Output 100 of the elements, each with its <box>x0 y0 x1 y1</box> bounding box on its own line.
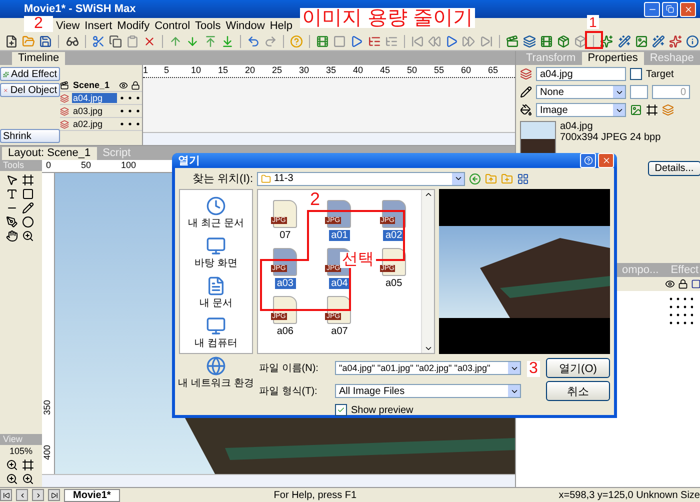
horizontal-scrollbar[interactable] <box>143 132 515 145</box>
file-name[interactable]: a06 <box>274 326 296 337</box>
panel-tab[interactable]: Properties <box>582 52 644 65</box>
package-icon[interactable] <box>556 34 572 49</box>
desktop-icon[interactable] <box>206 236 226 256</box>
undo-icon[interactable] <box>246 34 261 49</box>
layers-icon[interactable] <box>522 34 537 49</box>
documents-folder-icon[interactable] <box>206 276 226 296</box>
delete-object-button[interactable]: Del Object <box>0 83 60 97</box>
lock-icon[interactable] <box>131 80 140 90</box>
line-color-swatch[interactable] <box>630 85 648 99</box>
scene-name[interactable]: Scene_1 <box>72 80 116 90</box>
help-button[interactable] <box>580 153 596 168</box>
zoom-dropdown[interactable]: 105% <box>9 446 33 456</box>
layer-name[interactable]: a02.jpg <box>72 119 117 129</box>
navigation-button[interactable] <box>32 489 44 501</box>
tool-icon[interactable] <box>22 188 34 200</box>
place-label[interactable]: 바탕 화면 <box>194 256 238 270</box>
canvas-scrollbar[interactable] <box>42 474 515 487</box>
eye-icon[interactable] <box>119 80 128 90</box>
zoom-icon[interactable] <box>22 459 34 471</box>
file-name[interactable]: 07 <box>278 230 293 241</box>
zoom-icon[interactable] <box>6 473 18 485</box>
filetype-dropdown[interactable]: All Image Files <box>335 384 521 398</box>
place-label[interactable]: 내 문서 <box>200 296 232 310</box>
close-button[interactable] <box>680 2 696 16</box>
eye-icon[interactable] <box>664 279 675 289</box>
menu-item[interactable]: Window <box>226 20 265 32</box>
target-checkbox[interactable] <box>630 68 642 80</box>
fill-dropdown[interactable]: Image <box>536 103 626 117</box>
new-file-icon[interactable] <box>4 34 20 49</box>
show-preview-checkbox[interactable] <box>335 404 347 416</box>
image-icon[interactable] <box>634 34 649 49</box>
network-icon[interactable] <box>206 356 226 376</box>
file-name[interactable]: a05 <box>383 278 404 289</box>
menu-item[interactable]: Tools <box>195 20 221 32</box>
vertical-scrollbar[interactable] <box>421 190 434 353</box>
menu-item[interactable]: Control <box>154 20 190 32</box>
menu-item[interactable]: Insert <box>84 20 112 32</box>
outline-icon[interactable] <box>690 279 700 289</box>
shrink-button[interactable]: Shrink <box>0 129 60 143</box>
layer-name[interactable]: a04.jpg <box>72 93 117 103</box>
copy-icon[interactable] <box>108 34 123 49</box>
film-icon[interactable] <box>538 34 554 49</box>
name-field[interactable]: a04.jpg <box>536 67 626 81</box>
add-effect-button[interactable]: Add Effect <box>0 67 60 81</box>
menu-item[interactable]: View <box>56 20 80 32</box>
frame-icon[interactable] <box>646 104 658 116</box>
file-name[interactable]: a01 <box>329 230 350 241</box>
movie-tab[interactable]: Movie1* <box>64 488 120 502</box>
restore-button[interactable] <box>662 2 678 16</box>
info-icon[interactable] <box>685 34 700 49</box>
place-label[interactable]: 내 최근 문서 <box>188 216 244 230</box>
clapperboard-icon[interactable] <box>504 34 520 49</box>
line-dropdown[interactable]: None <box>536 85 626 99</box>
zoom-icon[interactable] <box>22 473 34 485</box>
minimize-button[interactable] <box>644 2 660 16</box>
film-icon[interactable] <box>315 34 330 49</box>
tool-icon[interactable] <box>6 188 18 200</box>
layout-tab[interactable]: Layout: Scene_1 <box>2 147 97 160</box>
navigation-button[interactable] <box>16 489 28 501</box>
file-name[interactable]: a03 <box>274 278 296 289</box>
sparkles-icon[interactable] <box>599 34 614 49</box>
recent-documents-icon[interactable] <box>206 196 226 216</box>
computer-icon[interactable] <box>206 316 226 336</box>
file-name[interactable]: a07 <box>329 326 350 337</box>
timeline-tab[interactable]: Timeline <box>12 52 66 65</box>
tool-icon[interactable] <box>6 174 18 186</box>
tool-icon[interactable] <box>6 216 18 228</box>
sparkles-icon[interactable] <box>668 34 684 49</box>
lock-icon[interactable] <box>678 279 688 289</box>
details-button[interactable]: Details... <box>648 161 700 176</box>
tool-icon[interactable] <box>22 174 34 186</box>
zoom-icon[interactable] <box>6 459 18 471</box>
location-dropdown[interactable]: 11-3 <box>257 172 465 186</box>
image-icon[interactable] <box>630 104 642 116</box>
wand-icon[interactable] <box>650 34 666 49</box>
menu-item[interactable]: Help <box>270 20 292 32</box>
view-menu-icon[interactable] <box>517 172 529 184</box>
place-label[interactable]: 내 네트워크 환경 <box>178 376 254 390</box>
file-name[interactable]: a02 <box>383 230 404 241</box>
menu-item[interactable]: Modify <box>117 20 150 32</box>
back-icon[interactable] <box>469 172 481 184</box>
glasses-icon[interactable] <box>64 34 80 49</box>
file-name[interactable]: a04 <box>329 278 350 289</box>
tool-icon[interactable] <box>6 230 18 242</box>
wand-icon[interactable] <box>616 34 632 49</box>
play-icon[interactable] <box>349 34 365 49</box>
navigation-button[interactable] <box>0 489 12 501</box>
tool-icon[interactable] <box>22 216 34 228</box>
layers-icon[interactable] <box>662 104 674 116</box>
open-button[interactable]: 열기(O) <box>546 358 610 378</box>
tree-icon[interactable] <box>366 34 382 49</box>
play-icon[interactable] <box>444 34 460 49</box>
close-button[interactable] <box>598 153 614 168</box>
place-label[interactable]: 내 컴퓨터 <box>194 336 238 350</box>
cut-icon[interactable] <box>90 34 106 49</box>
tool-icon[interactable] <box>22 230 34 242</box>
cancel-button[interactable]: 취소 <box>546 381 610 401</box>
navigation-button[interactable] <box>48 489 60 501</box>
